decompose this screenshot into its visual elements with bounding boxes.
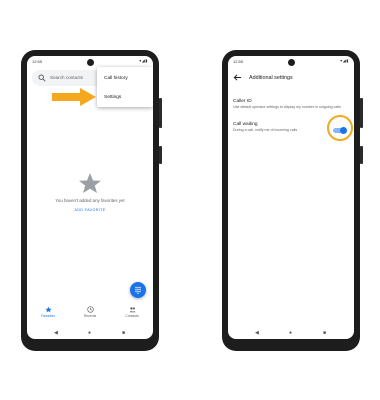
screen: 12:55 ▾◢▮ Additional settings Caller ID … xyxy=(228,56,354,339)
people-icon xyxy=(128,307,136,313)
system-nav-bar: ◀ ● ■ xyxy=(27,327,153,339)
tab-label: Recents xyxy=(83,314,97,318)
side-button xyxy=(360,98,363,128)
star-icon xyxy=(79,173,101,193)
app-bar: Additional settings xyxy=(228,70,354,86)
setting-summary: Use default operator settings to display… xyxy=(233,105,341,109)
tab-label: Favorites xyxy=(41,314,55,318)
menu-item-call-history[interactable]: Call history xyxy=(104,76,128,81)
tab-label: Contacts xyxy=(125,314,139,318)
nav-back-icon[interactable]: ◀ xyxy=(255,330,259,336)
tab-contacts[interactable]: Contacts xyxy=(114,306,150,318)
nav-recents-icon[interactable]: ■ xyxy=(122,330,125,336)
highlight-circle xyxy=(327,115,353,141)
status-icons: ▾◢▮ xyxy=(340,58,349,63)
star-icon xyxy=(44,306,52,313)
status-time: 12:55 xyxy=(233,59,244,64)
search-placeholder: Search contacts xyxy=(50,75,83,80)
dialpad-button[interactable] xyxy=(130,282,146,298)
nav-recents-icon[interactable]: ■ xyxy=(323,330,326,336)
tab-favorites[interactable]: Favorites xyxy=(30,306,66,318)
nav-home-icon[interactable]: ● xyxy=(88,330,91,336)
tab-recents[interactable]: Recents xyxy=(72,306,108,318)
setting-summary: During a call, notify me of incoming cal… xyxy=(233,128,298,132)
status-icons: ▾◢▮ xyxy=(139,58,148,63)
camera-hole xyxy=(87,59,94,66)
nav-home-icon[interactable]: ● xyxy=(289,330,292,336)
menu-item-settings[interactable]: Settings xyxy=(104,95,121,100)
camera-hole xyxy=(288,59,295,66)
bottom-tab-bar: Favorites Recents Contacts xyxy=(27,304,153,324)
setting-caller-id[interactable]: Caller ID Use default operator settings … xyxy=(233,99,343,110)
overflow-menu: Call history Settings xyxy=(97,67,153,107)
search-icon xyxy=(38,74,46,82)
add-favorite-link[interactable]: ADD FAVORITE xyxy=(27,208,153,212)
side-button xyxy=(159,146,162,164)
setting-title: Caller ID xyxy=(233,99,252,104)
page-title: Additional settings xyxy=(249,75,293,81)
back-arrow-icon[interactable] xyxy=(233,73,242,82)
system-nav-bar: ◀ ● ■ xyxy=(228,327,354,339)
nav-back-icon[interactable]: ◀ xyxy=(54,330,58,336)
side-button xyxy=(159,98,162,128)
right-phone: 12:55 ▾◢▮ Additional settings Caller ID … xyxy=(222,50,363,351)
setting-title: Call waiting xyxy=(233,122,258,127)
side-button xyxy=(360,146,363,164)
empty-state-message: You haven't added any favorites yet xyxy=(55,198,125,203)
status-time: 12:55 xyxy=(32,59,43,64)
pointer-arrow-icon xyxy=(52,88,96,106)
dialpad-icon xyxy=(135,286,141,294)
setting-call-waiting[interactable]: Call waiting During a call, notify me of… xyxy=(233,122,328,133)
clock-icon xyxy=(86,306,94,313)
